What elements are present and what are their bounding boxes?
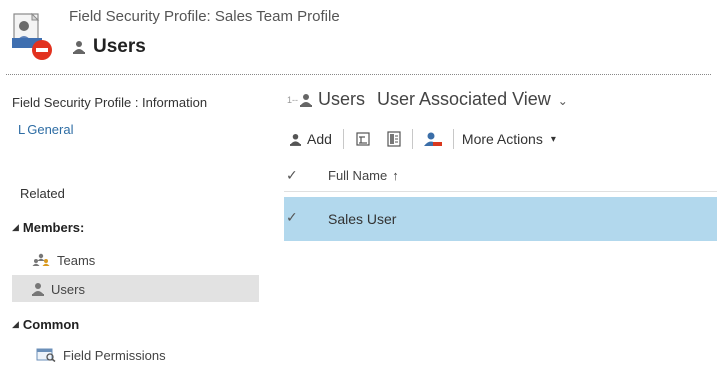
user-icon [32, 282, 44, 296]
remove-user-button[interactable] [421, 127, 445, 151]
more-actions-label: More Actions [461, 131, 543, 147]
nav-group-members-label: Members: [22, 220, 85, 235]
nav-item-users-label: Users [51, 281, 85, 297]
entity-label: Users [93, 36, 146, 57]
remove-user-icon [423, 131, 442, 147]
nav-group-common[interactable]: ◢ Common [12, 317, 79, 332]
add-button-label: Add [307, 131, 332, 147]
nav-group-members[interactable]: ◢ Members: [12, 220, 84, 235]
export-icon [355, 131, 371, 147]
more-actions-button[interactable]: More Actions ▾ [462, 131, 556, 147]
select-all-checkbox[interactable]: ✓ [286, 167, 298, 184]
collapse-triangle-icon: ◢ [12, 319, 19, 329]
sort-ascending-icon: ↑ [392, 168, 399, 183]
collapse-triangle-icon: ◢ [12, 222, 19, 232]
user-icon [73, 40, 85, 54]
nav-related-heading: Related [20, 186, 65, 201]
toolbar-separator [452, 129, 454, 149]
nav-item-users[interactable]: Users [32, 278, 85, 300]
nav-group-common-label: Common [22, 317, 80, 332]
excel-templates-button[interactable] [384, 127, 404, 151]
caret-down-icon: ▾ [550, 133, 556, 145]
user-icon [300, 93, 312, 107]
view-selector-label: User Associated View [377, 89, 551, 109]
field-security-profile-icon [8, 12, 54, 64]
field-permissions-icon [36, 348, 56, 362]
nav-section-title: Field Security Profile : Information [12, 95, 208, 110]
table-cell-full-name[interactable]: Sales User [328, 211, 396, 227]
entity-heading: Users [73, 36, 146, 58]
view-entity-label: Users [318, 89, 366, 109]
document-icon [387, 131, 401, 147]
column-header-full-name[interactable]: Full Name ↑ [328, 168, 399, 183]
nav-item-general-label: General [27, 122, 74, 137]
nav-item-teams[interactable]: Teams [32, 249, 95, 271]
page-title: Field Security Profile: Sales Team Profi… [69, 8, 340, 25]
view-selector[interactable]: User Associated View ⌄ [377, 89, 568, 110]
toolbar-separator [342, 129, 344, 149]
user-icon [290, 133, 301, 146]
teams-icon [32, 253, 50, 267]
nav-item-field-permissions[interactable]: Field Permissions [36, 344, 166, 366]
add-button[interactable]: Add [287, 127, 335, 151]
view-header: 1-- Users User Associated View ⌄ [287, 89, 568, 110]
nav-item-teams-label: Teams [57, 252, 96, 268]
header-divider [6, 74, 711, 75]
nav-item-field-permissions-label: Field Permissions [63, 347, 166, 363]
tree-branch-glyph: L [18, 122, 26, 137]
tree-connector-glyph: 1-- [287, 94, 298, 105]
toolbar-separator [411, 129, 413, 149]
command-bar: Add More Actions ▾ [287, 126, 556, 152]
nav-item-general[interactable]: L General [18, 122, 73, 137]
row-checkbox[interactable]: ✓ [286, 209, 298, 226]
export-button[interactable] [352, 127, 374, 151]
chevron-down-icon: ⌄ [557, 94, 568, 108]
column-header-label: Full Name [328, 168, 388, 183]
